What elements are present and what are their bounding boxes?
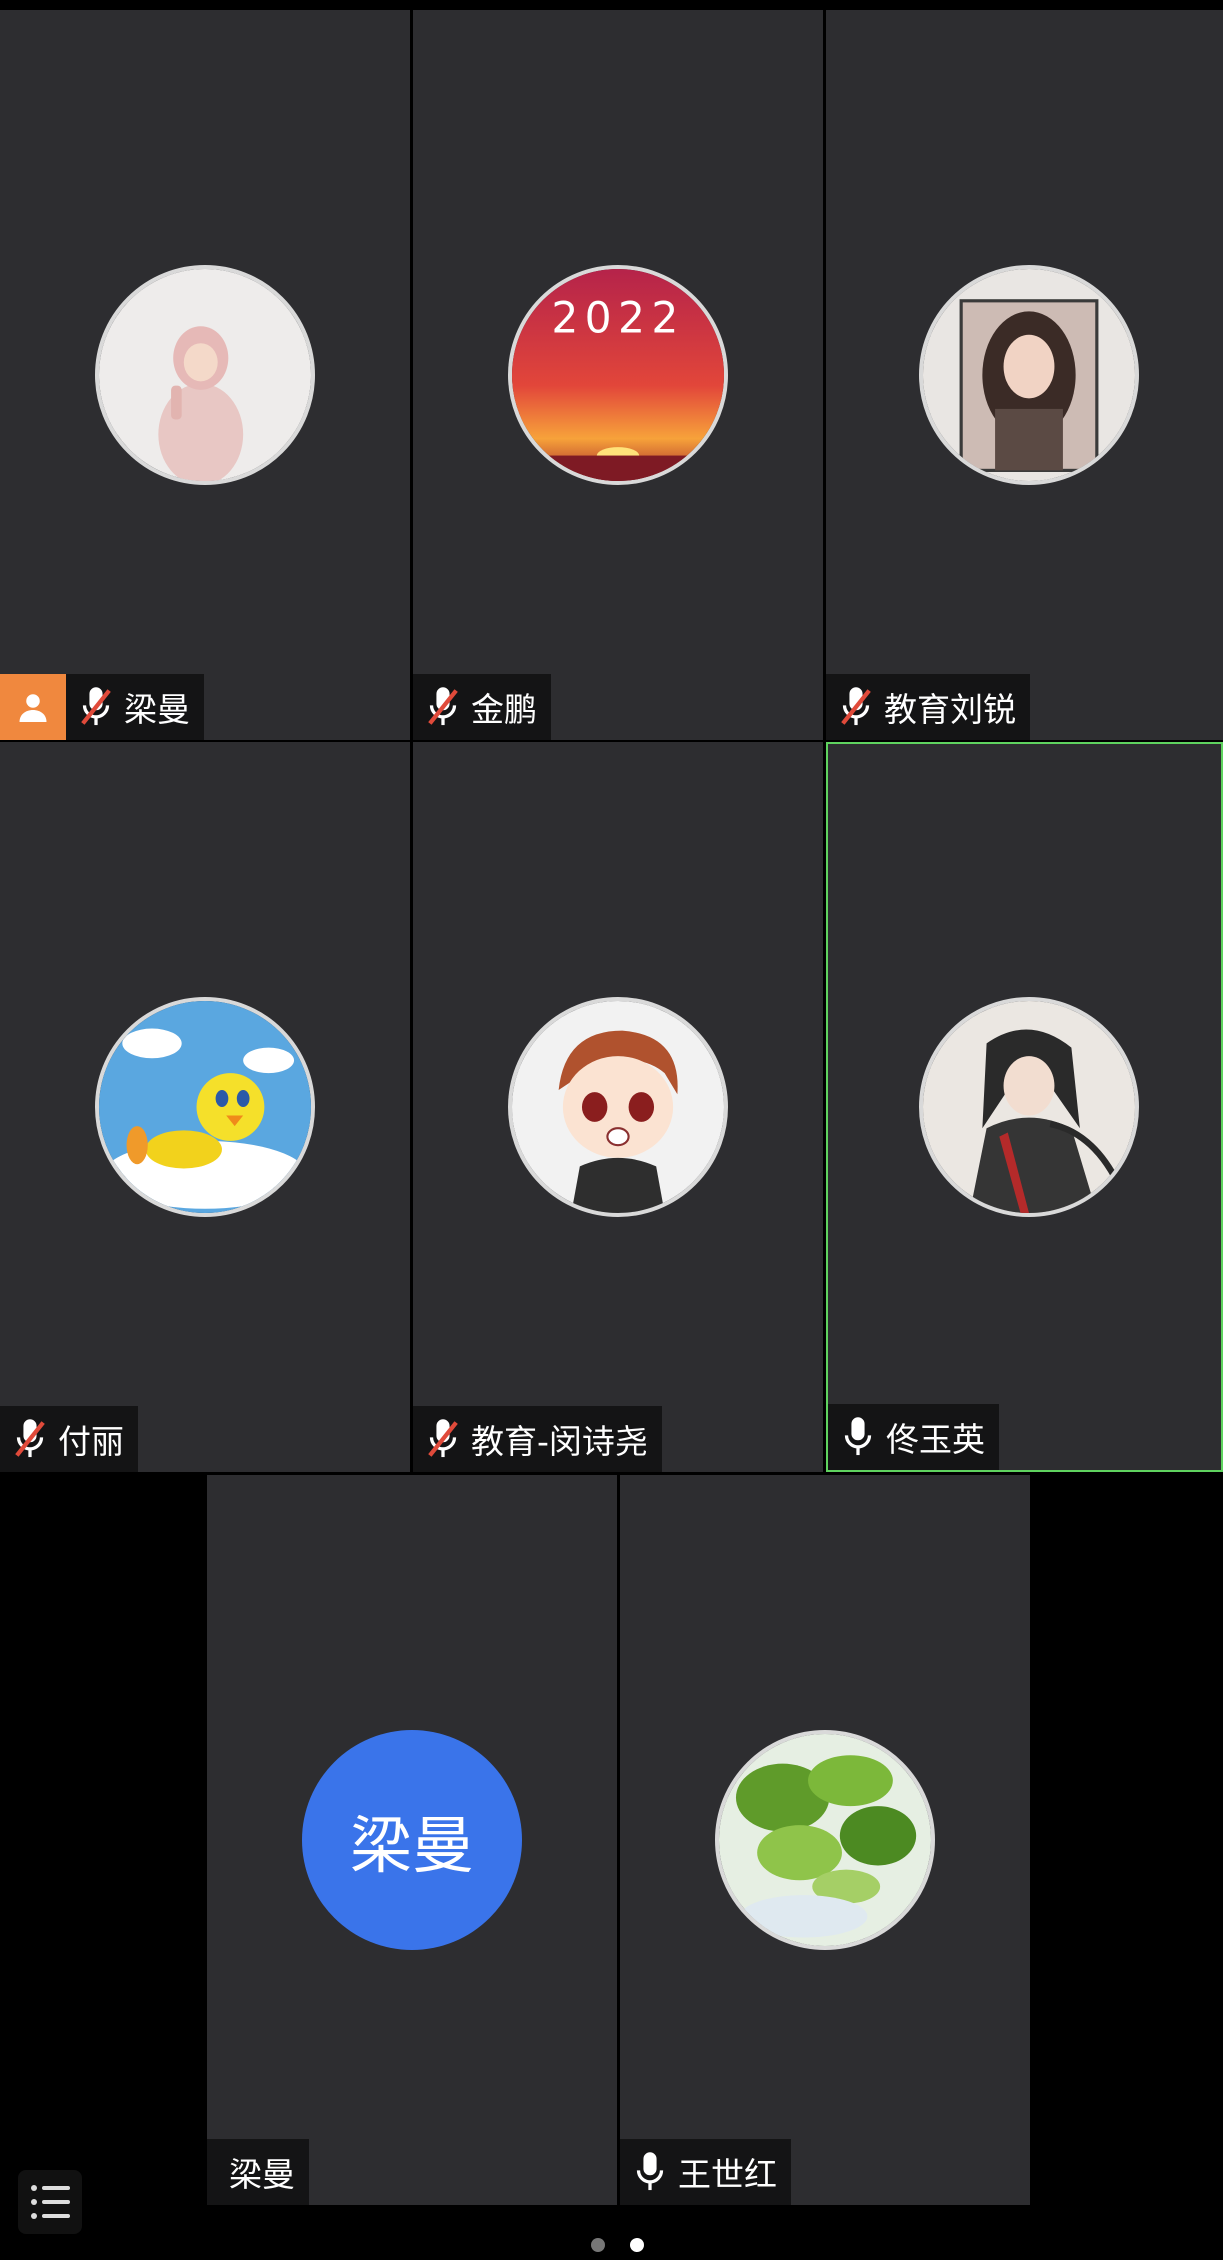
page-indicator-dot-1[interactable] <box>591 2238 605 2252</box>
mic-icon <box>844 1417 872 1456</box>
video-tile-7[interactable]: 梁曼 梁曼 <box>207 1475 617 2205</box>
mic-icon <box>636 2152 664 2191</box>
avatar <box>715 1730 935 1950</box>
mic-muted-icon <box>841 687 871 726</box>
avatar: 2022 <box>508 265 728 485</box>
participant-name: 教育-闵诗尧 <box>471 1422 648 1461</box>
participant-name: 付丽 <box>58 1422 124 1461</box>
avatar <box>919 265 1139 485</box>
initials-avatar: 梁曼 <box>302 1730 522 1950</box>
participant-label: 付丽 <box>0 1406 138 1472</box>
participant-label: 金鹏 <box>413 674 551 740</box>
avatar <box>95 265 315 485</box>
avatar <box>919 997 1139 1217</box>
avatar-caption: 2022 <box>551 294 684 343</box>
video-tile-5[interactable]: 教育-闵诗尧 <box>413 742 823 1472</box>
participant-name: 金鹏 <box>471 690 537 729</box>
participant-name: 梁曼 <box>124 690 190 729</box>
participant-label: 梁曼 <box>0 674 204 740</box>
participant-label: 王世红 <box>620 2139 791 2205</box>
participant-label: 教育刘锐 <box>826 674 1030 740</box>
participant-name: 王世红 <box>678 2155 777 2194</box>
mic-muted-icon <box>81 687 111 726</box>
participant-label: 教育-闵诗尧 <box>413 1406 662 1472</box>
participant-name: 教育刘锐 <box>884 690 1016 729</box>
video-tile-8[interactable]: 王世红 <box>620 1475 1030 2205</box>
participant-label: 梁曼 <box>207 2139 309 2205</box>
video-tile-2[interactable]: 2022 金鹏 <box>413 10 823 740</box>
list-icon <box>31 2185 70 2219</box>
participant-name: 佟玉英 <box>886 1420 985 1459</box>
video-tile-4[interactable]: 付丽 <box>0 742 410 1472</box>
video-tile-3[interactable]: 教育刘锐 <box>826 10 1223 740</box>
participant-label: 佟玉英 <box>828 1404 999 1470</box>
avatar <box>508 997 728 1217</box>
video-tile-1[interactable]: 梁曼 <box>0 10 410 740</box>
mic-muted-icon <box>428 687 458 726</box>
video-tile-6[interactable]: 佟玉英 <box>826 742 1223 1472</box>
participant-name: 梁曼 <box>229 2155 295 2194</box>
participant-list-button[interactable] <box>18 2170 82 2234</box>
host-badge <box>0 674 66 740</box>
person-icon <box>19 694 47 722</box>
mic-muted-icon <box>15 1419 45 1458</box>
page-indicator-dot-2[interactable] <box>630 2238 644 2252</box>
avatar <box>95 997 315 1217</box>
mic-muted-icon <box>428 1419 458 1458</box>
